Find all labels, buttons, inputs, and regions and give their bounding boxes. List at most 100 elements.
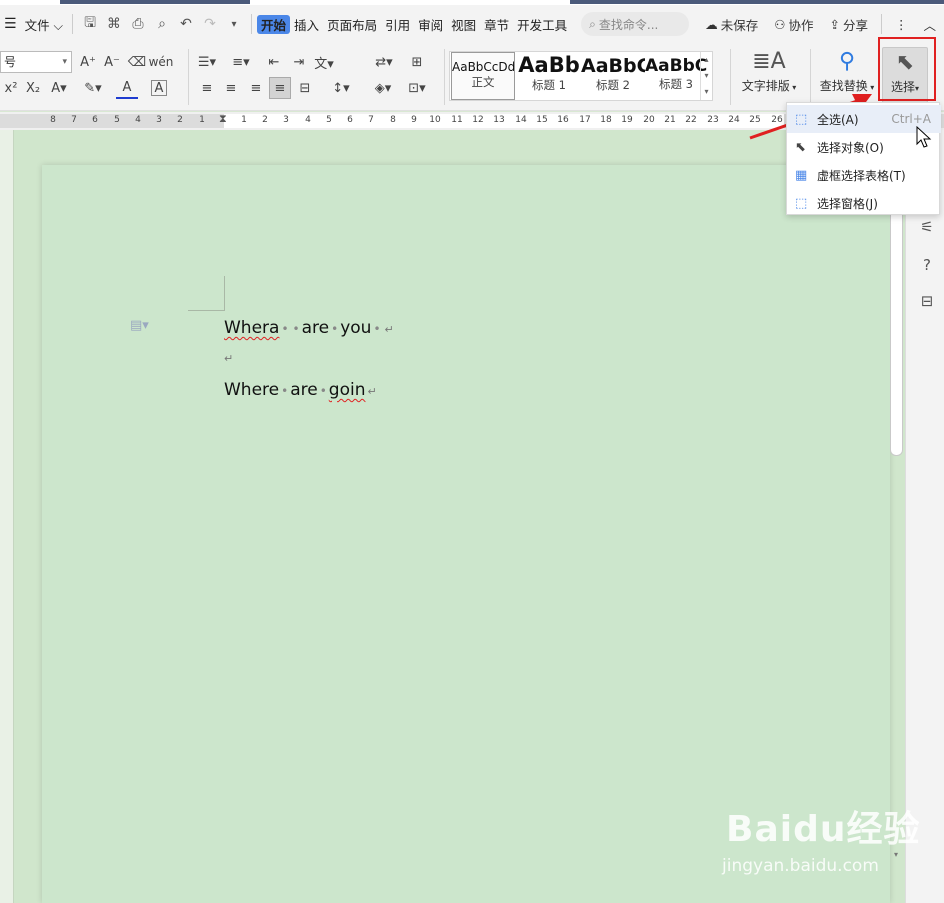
shading-icon[interactable]: ◈▾ [372,77,394,99]
undo-icon[interactable]: ↶ [174,16,198,32]
selection-pane-icon: ⬚ [795,195,808,211]
tab-home[interactable]: 开始 [257,14,291,34]
print-icon[interactable]: ⎙ [126,16,150,32]
tab-developer[interactable]: 开发工具 [513,15,571,34]
decrease-indent-icon[interactable]: ⇤ [263,51,285,73]
table-select-icon: ▦ [795,167,808,183]
settings-sliders-icon[interactable]: ⚟ [914,214,940,240]
collapse-ribbon-icon[interactable]: ︿ [915,15,944,34]
justify-icon[interactable]: ≡ [269,77,291,99]
paragraph-menu-icon[interactable]: ▤▾ [130,318,149,333]
tab-review[interactable]: 审阅 [414,15,447,34]
save-icon[interactable]: 🖫 [78,12,102,36]
line-spacing-icon[interactable]: ↕▾ [330,77,352,99]
print-preview-icon[interactable]: ⌕ [150,16,174,32]
ruler-number: 16 [557,115,569,125]
vertical-scrollbar-thumb[interactable] [890,200,903,456]
style-normal[interactable]: AaBbCcDd 正文 [451,52,515,100]
style-scroll[interactable]: ▴ ▾ ▾ [700,52,712,100]
vertical-ruler [0,130,14,903]
tab-reference[interactable]: 引用 [381,15,414,34]
menu-item-select-table[interactable]: ▦ 虚框选择表格(T) [787,161,941,189]
ruler-number: 8 [50,115,56,125]
tab-insert[interactable]: 插入 [290,15,323,34]
ruler-number: 17 [579,115,591,125]
style-heading-3[interactable]: AaBbCc 标题 3 [645,52,707,100]
show-marks-icon[interactable]: ⊞ [406,51,428,73]
archive-icon[interactable]: ⊟ [914,288,940,314]
margin-corner [188,310,224,311]
redo-icon[interactable]: ↷ [198,16,222,32]
share-button[interactable]: ⇪ 分享 [821,15,876,34]
ruler-number: 1 [241,115,247,125]
distribute-icon[interactable]: ⊟ [294,77,316,99]
align-right-icon[interactable]: ≡ [245,77,267,99]
subscript-icon[interactable]: X₂ [22,77,44,99]
format-painter-icon[interactable]: ⌘ [102,16,126,32]
ruler-number: 11 [451,115,463,125]
numbered-list-icon[interactable]: ≡▾ [230,51,252,73]
command-search-input[interactable]: ⌕ 查找命令... [581,12,690,36]
right-sidebar [905,130,944,903]
ruler-number: 8 [390,115,396,125]
collaborate-button[interactable]: ⚇ 协作 [766,15,821,34]
arrow-pointer-icon: ⬉ [795,139,806,155]
highlight-icon[interactable]: ✎▾ [82,77,104,99]
ruler-number: 24 [728,115,740,125]
ruler-number: 10 [429,115,441,125]
ruler-number: 15 [536,115,548,125]
text-direction-icon[interactable]: ⇄▾ [373,51,395,73]
hamburger-icon[interactable]: ☰ [0,16,21,32]
align-center-icon[interactable]: ≡ [220,77,242,99]
bullet-list-icon[interactable]: ☰▾ [196,51,218,73]
search-icon: ⌕ [589,16,596,31]
text-effect-icon[interactable]: A▾ [48,77,70,99]
ruler-number: 1 [199,115,205,125]
user-plus-icon: ⚇ [774,16,786,32]
shrink-font-icon[interactable]: A⁻ [101,51,123,73]
ruler-number: 2 [177,115,183,125]
menu-item-select-pane[interactable]: ⬚ 选择窗格(J) [787,189,941,217]
style-heading-1[interactable]: AaBb 标题 1 [517,52,581,100]
clear-format-icon[interactable]: ⌫ [126,51,148,73]
increase-indent-icon[interactable]: ⇥ [288,51,310,73]
font-size-select[interactable]: 号 ▾ [0,51,72,73]
text-layout-icon: ≣A [752,49,786,74]
empty-paragraph-mark: ↵ [224,352,234,365]
tab-chapter[interactable]: 章节 [480,15,513,34]
tab-page-layout[interactable]: 页面布局 [323,15,381,34]
document-line-1[interactable]: Whera • • are • you • ↵ [224,318,394,338]
ruler-number: 19 [621,115,633,125]
style-heading-2[interactable]: AaBbC 标题 2 [581,52,645,100]
document-line-2[interactable]: Where • are • goin ↵ [224,380,377,400]
select-highlight-box [878,37,936,101]
tab-view[interactable]: 视图 [447,15,480,34]
ruler-number: 18 [600,115,612,125]
ruler-number: 21 [664,115,676,125]
help-icon[interactable]: ? [914,252,940,278]
align-left-icon[interactable]: ≡ [196,77,218,99]
mouse-cursor-icon [916,126,932,148]
file-menu[interactable]: 文件 ⌵ [21,15,67,34]
more-icon[interactable]: ⋮ [887,17,916,32]
watermark: Baidu经验 jingyan.baidu.com [722,809,921,876]
char-border-icon[interactable]: A [151,80,167,96]
document-page[interactable] [42,165,890,903]
ruler-number: 3 [156,115,162,125]
select-all-icon: ⬚ [795,111,808,127]
menu-bar: ☰ 文件 ⌵ 🖫 ⌘ ⎙ ⌕ ↶ ↷ ▾ 开始 插入 页面布局 引用 审阅 视图… [0,5,944,43]
customize-quickbar-icon[interactable]: ▾ [222,19,246,30]
magnifier-icon: ⚲ [838,49,856,74]
chinese-layout-icon[interactable]: 文▾ [313,51,335,73]
grow-font-icon[interactable]: A⁺ [77,51,99,73]
chevron-down-icon: ▾ [62,57,67,67]
superscript-icon[interactable]: x² [0,77,22,99]
ruler-number: 20 [643,115,655,125]
phonetic-guide-icon[interactable]: wén [149,51,174,73]
ruler-number: 13 [493,115,505,125]
borders-icon[interactable]: ⊡▾ [406,77,428,99]
ruler-number: 6 [92,115,98,125]
unsaved-button[interactable]: ☁ 未保存 [697,15,766,34]
font-color-icon[interactable]: A [116,77,138,99]
indent-marker[interactable]: ⧗ [219,112,227,126]
